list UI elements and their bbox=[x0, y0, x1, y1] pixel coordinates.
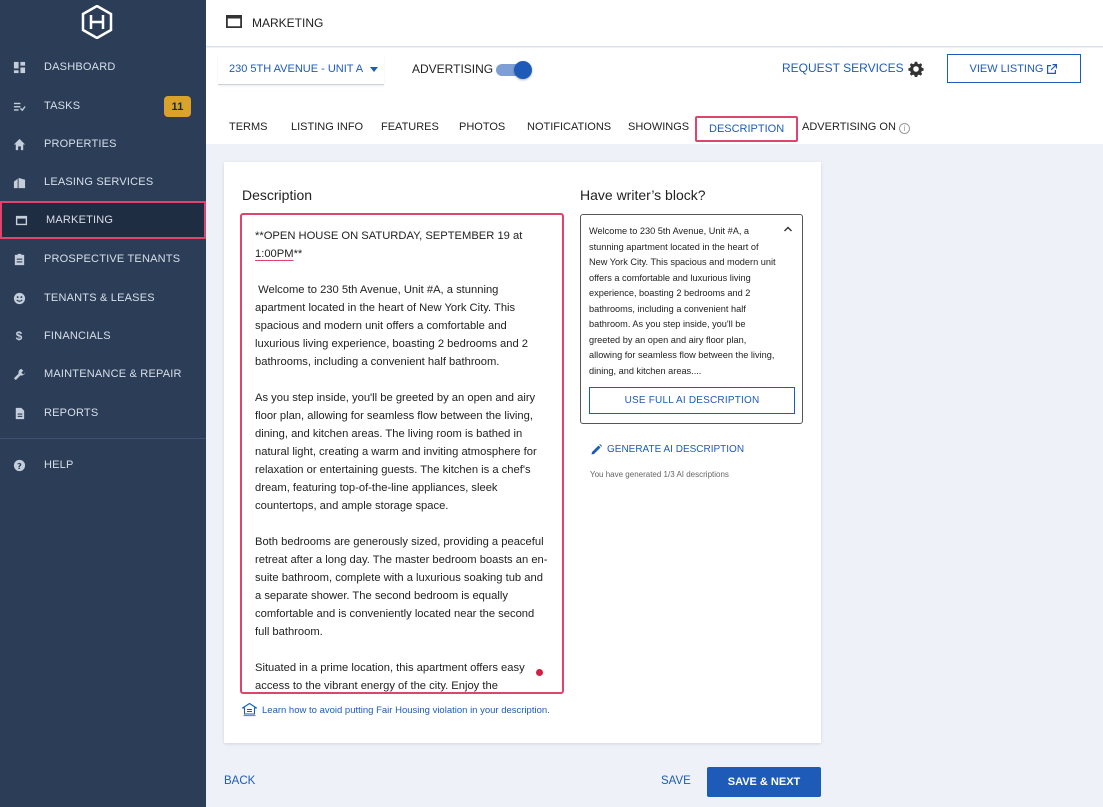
sidebar-item-label: LEASING SERVICES bbox=[44, 176, 154, 188]
description-line: **OPEN HOUSE ON SATURDAY, SEPTEMBER 19 a… bbox=[255, 230, 523, 242]
description-body: Welcome to 230 5th Avenue, Unit #A, a st… bbox=[255, 284, 548, 692]
chevron-down-icon bbox=[370, 67, 378, 72]
sidebar-item-label: MARKETING bbox=[46, 214, 114, 226]
advertising-label: ADVERTISING bbox=[412, 62, 494, 76]
sidebar-item-label: TASKS bbox=[44, 100, 81, 112]
tab-notifications[interactable]: NOTIFICATIONS bbox=[527, 121, 611, 133]
grammar-indicator-icon[interactable] bbox=[536, 669, 543, 676]
dashboard-icon bbox=[12, 60, 26, 74]
browser-window-icon bbox=[14, 213, 28, 227]
fair-housing-link[interactable]: Learn how to avoid putting Fair Housing … bbox=[242, 703, 550, 717]
advertising-toggle[interactable] bbox=[496, 61, 532, 79]
chevron-up-icon[interactable] bbox=[783, 225, 793, 233]
gear-icon[interactable] bbox=[908, 61, 924, 77]
writers-block-heading: Have writer’s block? bbox=[580, 187, 706, 203]
view-listing-label: VIEW LISTING bbox=[969, 62, 1044, 75]
sidebar-item-label: DASHBOARD bbox=[44, 61, 116, 73]
description-textarea[interactable]: **OPEN HOUSE ON SATURDAY, SEPTEMBER 19 a… bbox=[240, 213, 564, 694]
tab-photos[interactable]: PHOTOS bbox=[459, 121, 505, 133]
app-logo-icon[interactable] bbox=[80, 5, 114, 39]
svg-text:?: ? bbox=[16, 460, 21, 470]
browser-window-icon bbox=[226, 15, 242, 28]
sidebar-item-reports[interactable]: REPORTS bbox=[0, 394, 206, 432]
sidebar-item-marketing[interactable]: MARKETING bbox=[0, 201, 206, 239]
toggle-knob bbox=[514, 61, 532, 79]
sidebar-item-label: PROPERTIES bbox=[44, 138, 117, 150]
sidebar-item-tenants-leases[interactable]: TENANTS & LEASES bbox=[0, 279, 206, 317]
sidebar-divider bbox=[0, 438, 206, 439]
tab-description[interactable]: DESCRIPTION bbox=[695, 116, 799, 142]
ai-description-preview: Welcome to 230 5th Avenue, Unit #A, a st… bbox=[580, 214, 803, 424]
home-icon bbox=[12, 137, 26, 151]
generate-ai-description-button[interactable]: GENERATE AI DESCRIPTION bbox=[591, 444, 744, 455]
clipboard-icon bbox=[12, 252, 26, 266]
pencil-icon bbox=[591, 444, 602, 455]
sidebar-item-maintenance-repair[interactable]: MAINTENANCE & REPAIR bbox=[0, 355, 206, 393]
sidebar-item-label: FINANCIALS bbox=[44, 330, 111, 342]
external-link-icon bbox=[1047, 63, 1058, 74]
request-services-button[interactable]: REQUEST SERVICES bbox=[782, 61, 904, 75]
ai-preview-text: Welcome to 230 5th Avenue, Unit #A, a st… bbox=[589, 226, 776, 376]
sidebar-item-properties[interactable]: PROPERTIES bbox=[0, 125, 206, 163]
sidebar-item-dashboard[interactable]: DASHBOARD bbox=[0, 48, 206, 86]
wrench-icon bbox=[12, 367, 26, 381]
save-and-next-button[interactable]: SAVE & NEXT bbox=[707, 767, 821, 797]
sidebar-item-label: REPORTS bbox=[44, 407, 99, 419]
generate-ai-description-label: GENERATE AI DESCRIPTION bbox=[607, 444, 745, 455]
save-button[interactable]: SAVE bbox=[661, 775, 691, 787]
sidebar-item-label: TENANTS & LEASES bbox=[44, 292, 155, 304]
document-icon bbox=[12, 406, 26, 420]
property-select[interactable]: 230 5TH AVENUE - UNIT A bbox=[218, 54, 384, 85]
equal-housing-icon bbox=[242, 703, 257, 717]
sidebar-item-tasks[interactable]: TASKS 11 bbox=[0, 87, 206, 125]
tab-label: ADVERTISING ON bbox=[802, 121, 896, 133]
page-title: MARKETING bbox=[252, 16, 324, 30]
info-icon[interactable]: i bbox=[898, 123, 910, 134]
listing-toolbar: 230 5TH AVENUE - UNIT A ADVERTISING REQU… bbox=[206, 48, 1103, 144]
sidebar-item-leasing-services[interactable]: LEASING SERVICES bbox=[0, 163, 206, 201]
description-heading: Description bbox=[242, 187, 313, 203]
spellcheck-flagged-text: 1:00PM bbox=[255, 248, 294, 260]
sidebar-item-label: HELP bbox=[44, 459, 74, 471]
description-text: **OPEN HOUSE ON SATURDAY, SEPTEMBER 19 a… bbox=[255, 227, 551, 692]
property-select-value: 230 5TH AVENUE - UNIT A bbox=[229, 63, 364, 75]
use-full-ai-description-button[interactable]: USE FULL AI DESCRIPTION bbox=[589, 387, 795, 414]
page-header: MARKETING bbox=[206, 0, 1103, 47]
tab-showings[interactable]: SHOWINGS bbox=[628, 121, 689, 133]
description-card: Description **OPEN HOUSE ON SATURDAY, SE… bbox=[224, 162, 821, 743]
view-listing-button[interactable]: VIEW LISTING bbox=[947, 54, 1081, 83]
tab-advertising-on[interactable]: ADVERTISING ON i bbox=[802, 121, 910, 134]
sidebar-item-label: PROSPECTIVE TENANTS bbox=[44, 253, 181, 265]
buildings-icon bbox=[12, 175, 26, 189]
sidebar: DASHBOARD TASKS 11 PROPERTIES LEASING SE… bbox=[0, 0, 206, 807]
dollar-icon: $ bbox=[15, 329, 23, 343]
smiley-icon bbox=[12, 291, 26, 305]
tab-terms[interactable]: TERMS bbox=[229, 121, 268, 133]
tasks-count-badge: 11 bbox=[164, 96, 191, 117]
tasks-icon bbox=[12, 99, 26, 113]
description-line: ** bbox=[293, 248, 303, 260]
sidebar-item-financials[interactable]: $ FINANCIALS bbox=[0, 317, 206, 355]
sidebar-item-help[interactable]: ? HELP bbox=[0, 446, 206, 484]
help-icon: ? bbox=[12, 458, 26, 472]
tab-features[interactable]: FEATURES bbox=[381, 121, 439, 133]
ai-generation-count: You have generated 1/3 AI descriptions bbox=[590, 470, 729, 479]
sidebar-item-prospective-tenants[interactable]: PROSPECTIVE TENANTS bbox=[0, 240, 206, 278]
sidebar-item-label: MAINTENANCE & REPAIR bbox=[44, 368, 182, 380]
tab-listing-info[interactable]: LISTING INFO bbox=[291, 121, 363, 133]
fair-housing-link-text: Learn how to avoid putting Fair Housing … bbox=[262, 704, 550, 716]
back-button[interactable]: BACK bbox=[224, 775, 255, 787]
